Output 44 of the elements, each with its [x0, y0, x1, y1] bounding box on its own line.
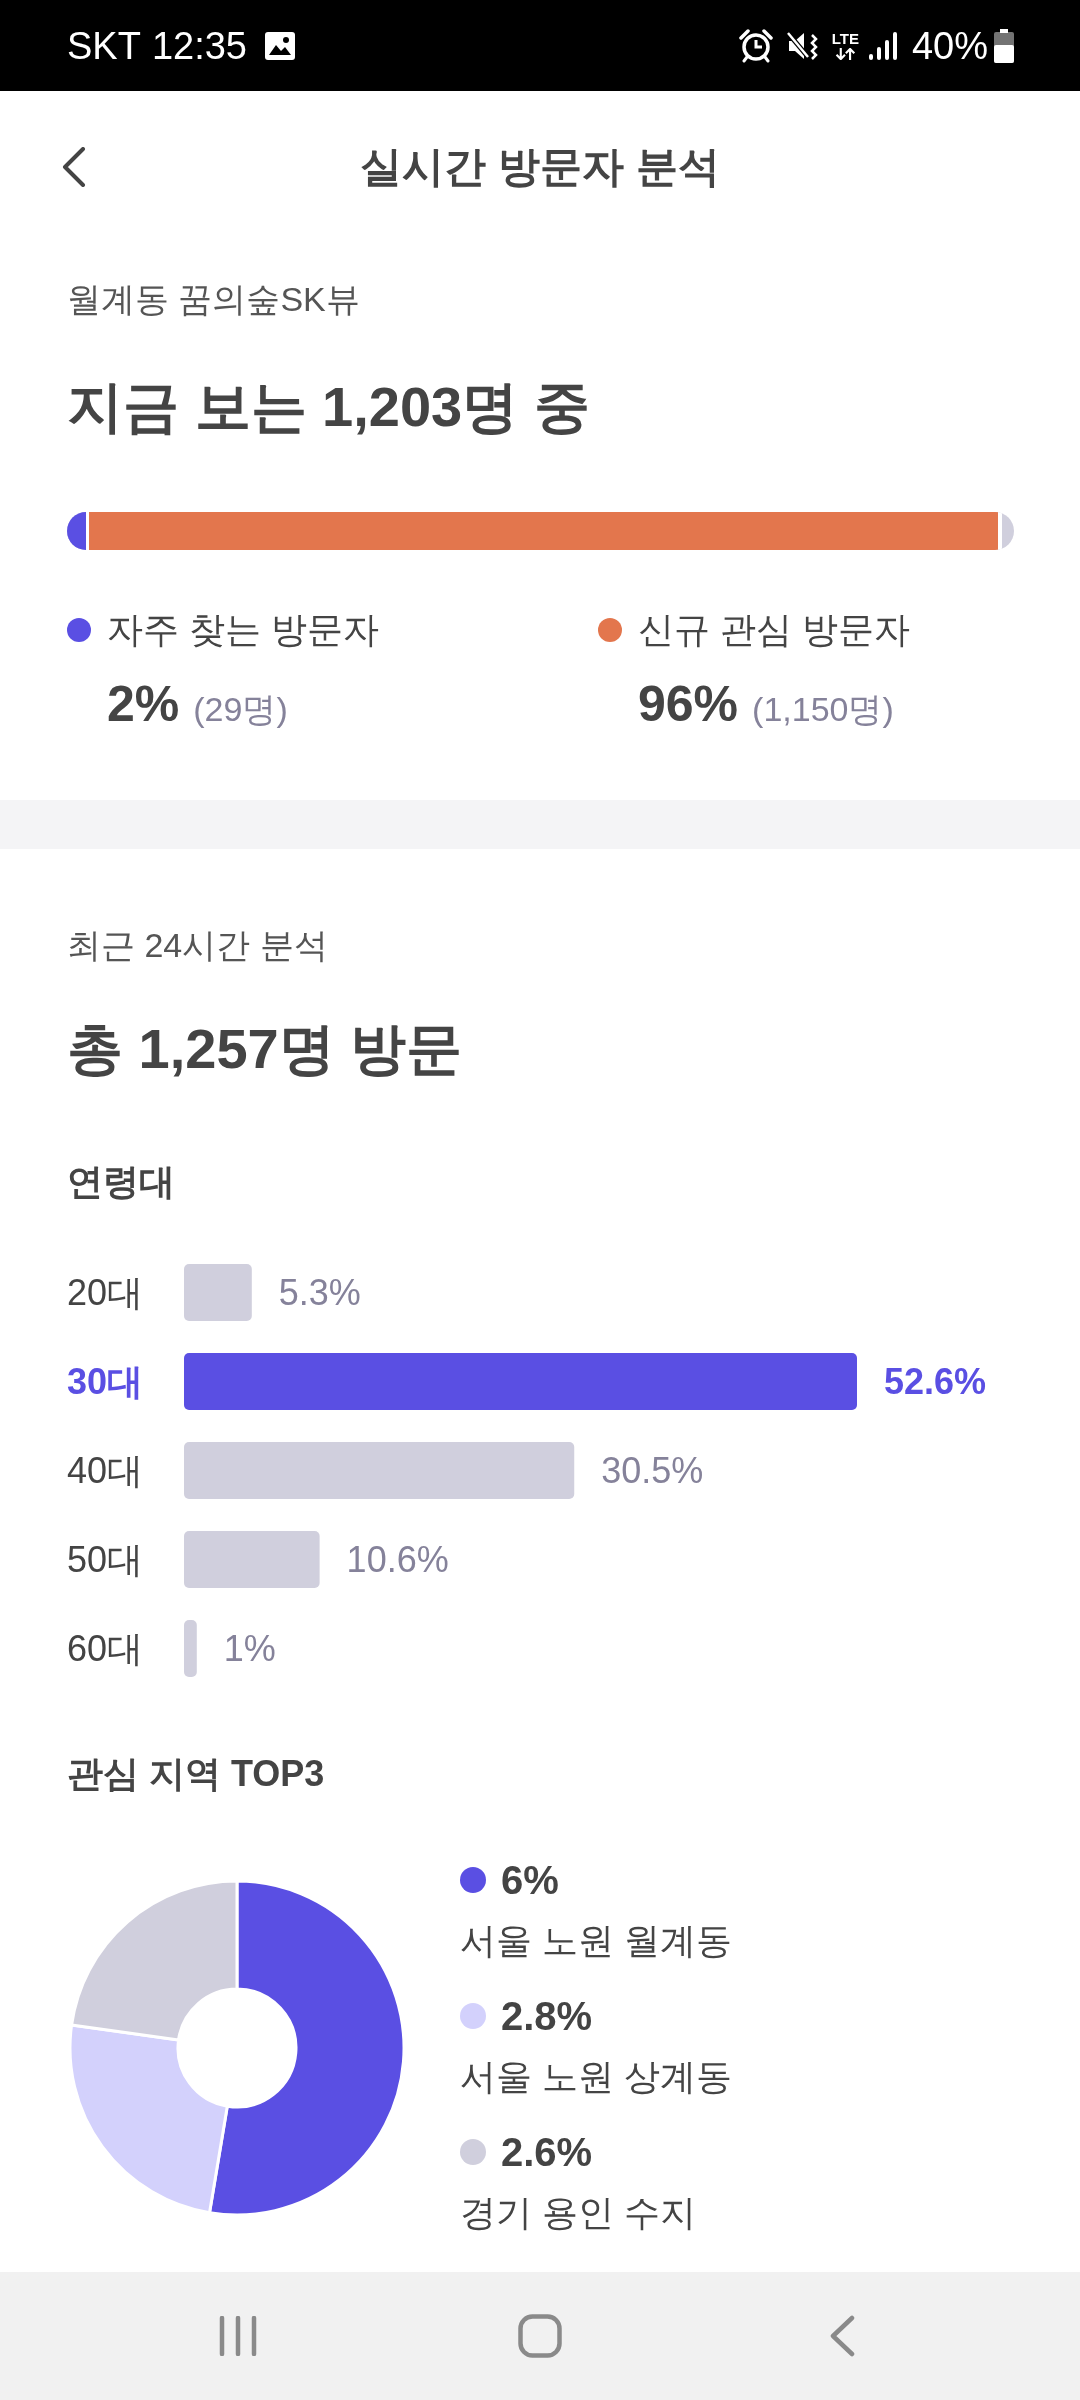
- age-group-label: 40대: [67, 1450, 144, 1491]
- visitor-group-label: 신규 관심 방문자: [638, 608, 910, 652]
- alarm-clock-icon: [738, 28, 773, 63]
- region-share-value: 2.6%: [501, 2129, 593, 2176]
- visitor-group-count: (29명): [193, 689, 288, 730]
- home-icon: [518, 2314, 562, 2358]
- battery-icon: [994, 28, 1014, 63]
- region-name: 서울 노원 상계동: [460, 2055, 732, 2099]
- data-arrows-icon: [834, 48, 857, 60]
- region-name: 경기 용인 수지: [460, 2191, 697, 2235]
- age-share-label: 30.5%: [601, 1450, 704, 1491]
- age-group-label: 50대: [67, 1539, 144, 1580]
- age-section-title: 연령대: [67, 1160, 176, 1204]
- page-title: 실시간 방문자 분석: [360, 141, 720, 192]
- age-share-label: 10.6%: [346, 1539, 449, 1580]
- visitor-group-percent: 96%: [638, 675, 739, 734]
- signal-icon: [868, 31, 897, 60]
- visitor-group-percent: 2%: [107, 675, 180, 734]
- image-icon: [265, 31, 295, 60]
- place-name: 월계동 꿈의숲SK뷰: [67, 279, 361, 320]
- current-viewers-headline: 지금 보는 1,203명 중: [67, 374, 591, 440]
- clock-time: 12:35: [151, 26, 247, 65]
- period-label: 최근 24시간 분석: [67, 925, 329, 966]
- age-bar: [184, 1620, 197, 1677]
- recent-apps-icon: [219, 2316, 257, 2356]
- region-share-value: 6%: [501, 1857, 559, 1904]
- age-group-label: 30대: [67, 1361, 144, 1402]
- carrier-name: SKT: [67, 26, 141, 65]
- back-icon: [829, 2315, 855, 2357]
- region-share-value: 2.8%: [501, 1993, 593, 2040]
- total-visits-headline: 총 1,257명 방문: [67, 1016, 464, 1082]
- age-group-label: 20대: [67, 1272, 144, 1313]
- regions-section-title: 관심 지역 TOP3: [67, 1752, 326, 1796]
- age-share-label: 5.3%: [278, 1272, 361, 1313]
- age-share-label: 52.6%: [884, 1361, 987, 1402]
- visitor-group-label: 자주 찾는 방문자: [107, 608, 379, 652]
- age-share-label: 1%: [223, 1628, 276, 1669]
- region-name: 서울 노원 월계동: [460, 1919, 732, 1963]
- network-type-label: LTE: [831, 31, 859, 46]
- chevron-left-icon: [62, 147, 86, 187]
- age-group-label: 60대: [67, 1628, 144, 1669]
- age-bar: [184, 1264, 252, 1321]
- battery-percent: 40%: [911, 26, 988, 65]
- visitor-group-count: (1,150명): [752, 689, 894, 730]
